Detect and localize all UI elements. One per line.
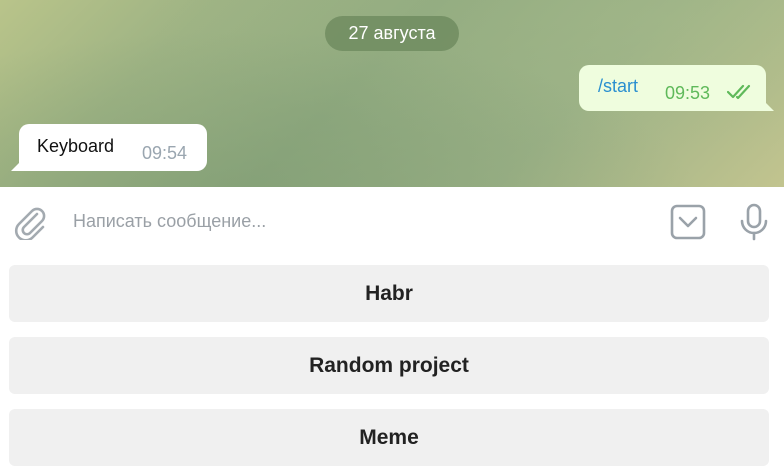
chat-history: 27 августа /start 09:53 Keyboard 09:54 (0, 0, 784, 187)
keyboard-button-habr[interactable]: Habr (9, 265, 769, 322)
message-text[interactable]: /start (598, 76, 638, 97)
double-check-icon (726, 84, 753, 105)
message-text: Keyboard (37, 136, 115, 156)
paperclip-icon[interactable] (13, 204, 47, 245)
message-input[interactable] (73, 206, 633, 236)
message-time: 09:53 (665, 83, 711, 103)
microphone-icon[interactable] (738, 203, 770, 246)
keyboard-button-random-project[interactable]: Random project (9, 337, 769, 394)
keyboard-button-meme[interactable]: Meme (9, 409, 769, 466)
keyboard-toggle-icon[interactable] (670, 204, 706, 245)
outgoing-message[interactable]: /start 09:53 (579, 65, 774, 111)
incoming-message[interactable]: Keyboard 09:54 (11, 124, 207, 171)
message-time: 09:54 (142, 143, 188, 163)
date-separator: 27 августа (325, 16, 459, 51)
